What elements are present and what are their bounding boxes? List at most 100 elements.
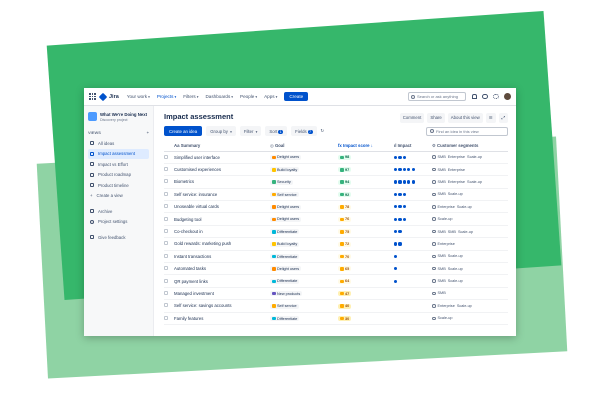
table-row[interactable]: Instant transactions Differentiate 70 SMB Sc… [164, 250, 508, 264]
table-row[interactable]: Budgeting tool Delight users 76 Scale-up [164, 212, 508, 226]
fields-button[interactable]: Fields 7 [291, 126, 317, 136]
summary-cell[interactable]: Simplified user interface [174, 151, 270, 164]
summary-cell[interactable]: Budgeting tool [174, 212, 270, 226]
table-row[interactable]: Self service: savings accounts Self servi… [164, 299, 508, 313]
project-header[interactable]: What We're Doing Next Discovery project [88, 112, 149, 122]
customer-segments-cell[interactable]: SMB Enterprise Scale-up [432, 151, 508, 164]
goal-cell[interactable]: Differentiate [270, 225, 338, 239]
goal-cell[interactable]: Self service [270, 299, 338, 313]
summary-cell[interactable]: Instant transactions [174, 250, 270, 264]
create-idea-button[interactable]: Create an idea [164, 126, 203, 136]
impact-cell[interactable] [394, 287, 432, 301]
customer-segments-cell[interactable]: Scale-up [432, 212, 508, 226]
row-checkbox[interactable] [164, 290, 168, 295]
impact-cell[interactable] [394, 250, 432, 264]
customer-segments-cell[interactable]: SMB Enterprise [432, 163, 508, 177]
summary-cell[interactable]: Self service: insurance [174, 188, 270, 202]
sidebar-item-product-roadmap[interactable]: Product roadmap [88, 170, 149, 181]
row-checkbox[interactable] [164, 241, 168, 246]
goal-cell[interactable]: Self service [270, 188, 338, 202]
row-checkbox[interactable] [164, 303, 168, 308]
group-by-button[interactable]: Group by ▾ [206, 126, 236, 136]
create-button[interactable]: Create [284, 92, 309, 101]
summary-cell[interactable]: Biometrics [174, 175, 270, 189]
nav-dashboards[interactable]: Dashboards▾ [205, 94, 233, 99]
summary-cell[interactable]: Unoseable virtual cards [174, 200, 270, 214]
impact-cell[interactable] [394, 237, 432, 251]
customer-segments-cell[interactable]: Scale-up [432, 312, 508, 325]
help-button[interactable] [482, 93, 488, 100]
row-checkbox[interactable] [164, 315, 168, 320]
view-settings-icon[interactable]: ☰ [485, 113, 496, 123]
column-customer-segments[interactable]: ⚙ Customer segments [432, 141, 508, 152]
refresh-icon[interactable]: ↻ [321, 128, 325, 134]
summary-cell[interactable]: Gold rewards: marketing push [174, 237, 270, 251]
table-row[interactable]: Automated tasks Delight users 65 SMB Scale-u… [164, 262, 508, 276]
sidebar-item-impact-assessment[interactable]: Impact assessment [88, 148, 149, 159]
table-row[interactable]: Unoseable virtual cards Delight users 78 En… [164, 200, 508, 214]
filter-button[interactable]: Filter ▾ [239, 126, 262, 136]
nav-people[interactable]: People▾ [240, 94, 257, 99]
goal-cell[interactable]: Differentiate [270, 312, 338, 325]
table-row[interactable]: Self service: insurance Self service 92 SMB… [164, 188, 508, 202]
about-view-button[interactable]: About this view [447, 113, 483, 123]
summary-cell[interactable]: Family features [174, 312, 270, 325]
share-button[interactable]: Share [427, 113, 445, 123]
settings-button[interactable] [493, 93, 499, 100]
nav-apps[interactable]: Apps▾ [264, 94, 277, 99]
sort-button[interactable]: Sort 1 [265, 126, 288, 136]
view-search-input[interactable]: Find an idea in this view [426, 126, 508, 136]
sidebar-item-all-ideas[interactable]: All ideas [88, 138, 149, 149]
row-checkbox[interactable] [164, 216, 168, 221]
summary-cell[interactable]: Automated tasks [174, 262, 270, 276]
customer-segments-cell[interactable]: Enterprise [432, 237, 508, 251]
fullscreen-icon[interactable]: ⤢ [498, 113, 508, 123]
notifications-button[interactable] [471, 94, 477, 100]
impact-cell[interactable] [394, 151, 432, 164]
row-checkbox[interactable] [164, 278, 168, 283]
column-impact[interactable]: ıl Impact [394, 141, 432, 152]
goal-cell[interactable]: Build loyalty [270, 237, 338, 251]
table-row[interactable]: QR payment links Differentiate 64 SMB Scale-… [164, 274, 508, 288]
row-checkbox[interactable] [164, 191, 168, 196]
goal-cell[interactable]: Differentiate [270, 250, 338, 264]
goal-cell[interactable]: Build loyalty [270, 163, 338, 177]
goal-cell[interactable]: Delight users [270, 212, 338, 226]
summary-cell[interactable]: Customised experiences [174, 163, 270, 177]
impact-cell[interactable] [394, 225, 432, 239]
nav-filters[interactable]: Filters▾ [183, 94, 198, 99]
sidebar-item-create-view[interactable]: + Create a view [88, 191, 149, 202]
row-checkbox[interactable] [164, 167, 168, 172]
table-row[interactable]: Managed investment New products 47 SMB [164, 287, 508, 301]
impact-cell[interactable] [394, 274, 432, 288]
impact-cell[interactable] [394, 200, 432, 214]
column-goal[interactable]: ◎ Goal [270, 141, 338, 152]
add-view-icon[interactable]: + [147, 130, 149, 135]
table-row[interactable]: Customised experiences Build loyalty 97 SMB… [164, 163, 508, 177]
avatar[interactable] [504, 93, 511, 100]
row-checkbox[interactable] [164, 204, 168, 209]
impact-cell[interactable] [394, 212, 432, 226]
nav-projects[interactable]: Projects▾ [157, 94, 176, 99]
global-search-input[interactable]: Search or ask anything [408, 92, 466, 101]
column-impact-score[interactable]: fx Impact score ↓ [338, 141, 394, 152]
customer-segments-cell[interactable]: SMB Scale-up [432, 250, 508, 264]
goal-cell[interactable]: Security [270, 175, 338, 189]
table-row[interactable]: Gold rewards: marketing push Build loyalt… [164, 237, 508, 251]
summary-cell[interactable]: Co-checkout in [174, 225, 270, 239]
customer-segments-cell[interactable]: SMB [432, 287, 508, 301]
nav-your-work[interactable]: Your work▾ [127, 94, 150, 99]
sidebar-item-impact-vs-effort[interactable]: Impact vs Effort [88, 159, 149, 170]
sidebar-item-project-settings[interactable]: Project settings [88, 217, 149, 228]
table-row[interactable]: Co-checkout in Differentiate 75 SMB SMB Scale… [164, 225, 508, 239]
customer-segments-cell[interactable]: Enterprise Scale-up [432, 299, 508, 313]
table-row[interactable]: Simplified user interface Delight users 98… [164, 151, 508, 164]
summary-cell[interactable]: Self service: savings accounts [174, 299, 270, 313]
customer-segments-cell[interactable]: SMB SMB Scale-up [432, 225, 508, 239]
row-checkbox[interactable] [164, 229, 168, 234]
app-switcher-icon[interactable] [89, 93, 96, 100]
impact-cell[interactable] [394, 299, 432, 313]
customer-segments-cell[interactable]: SMB Scale-up [432, 262, 508, 276]
impact-cell[interactable] [394, 175, 432, 189]
impact-cell[interactable] [394, 312, 432, 325]
